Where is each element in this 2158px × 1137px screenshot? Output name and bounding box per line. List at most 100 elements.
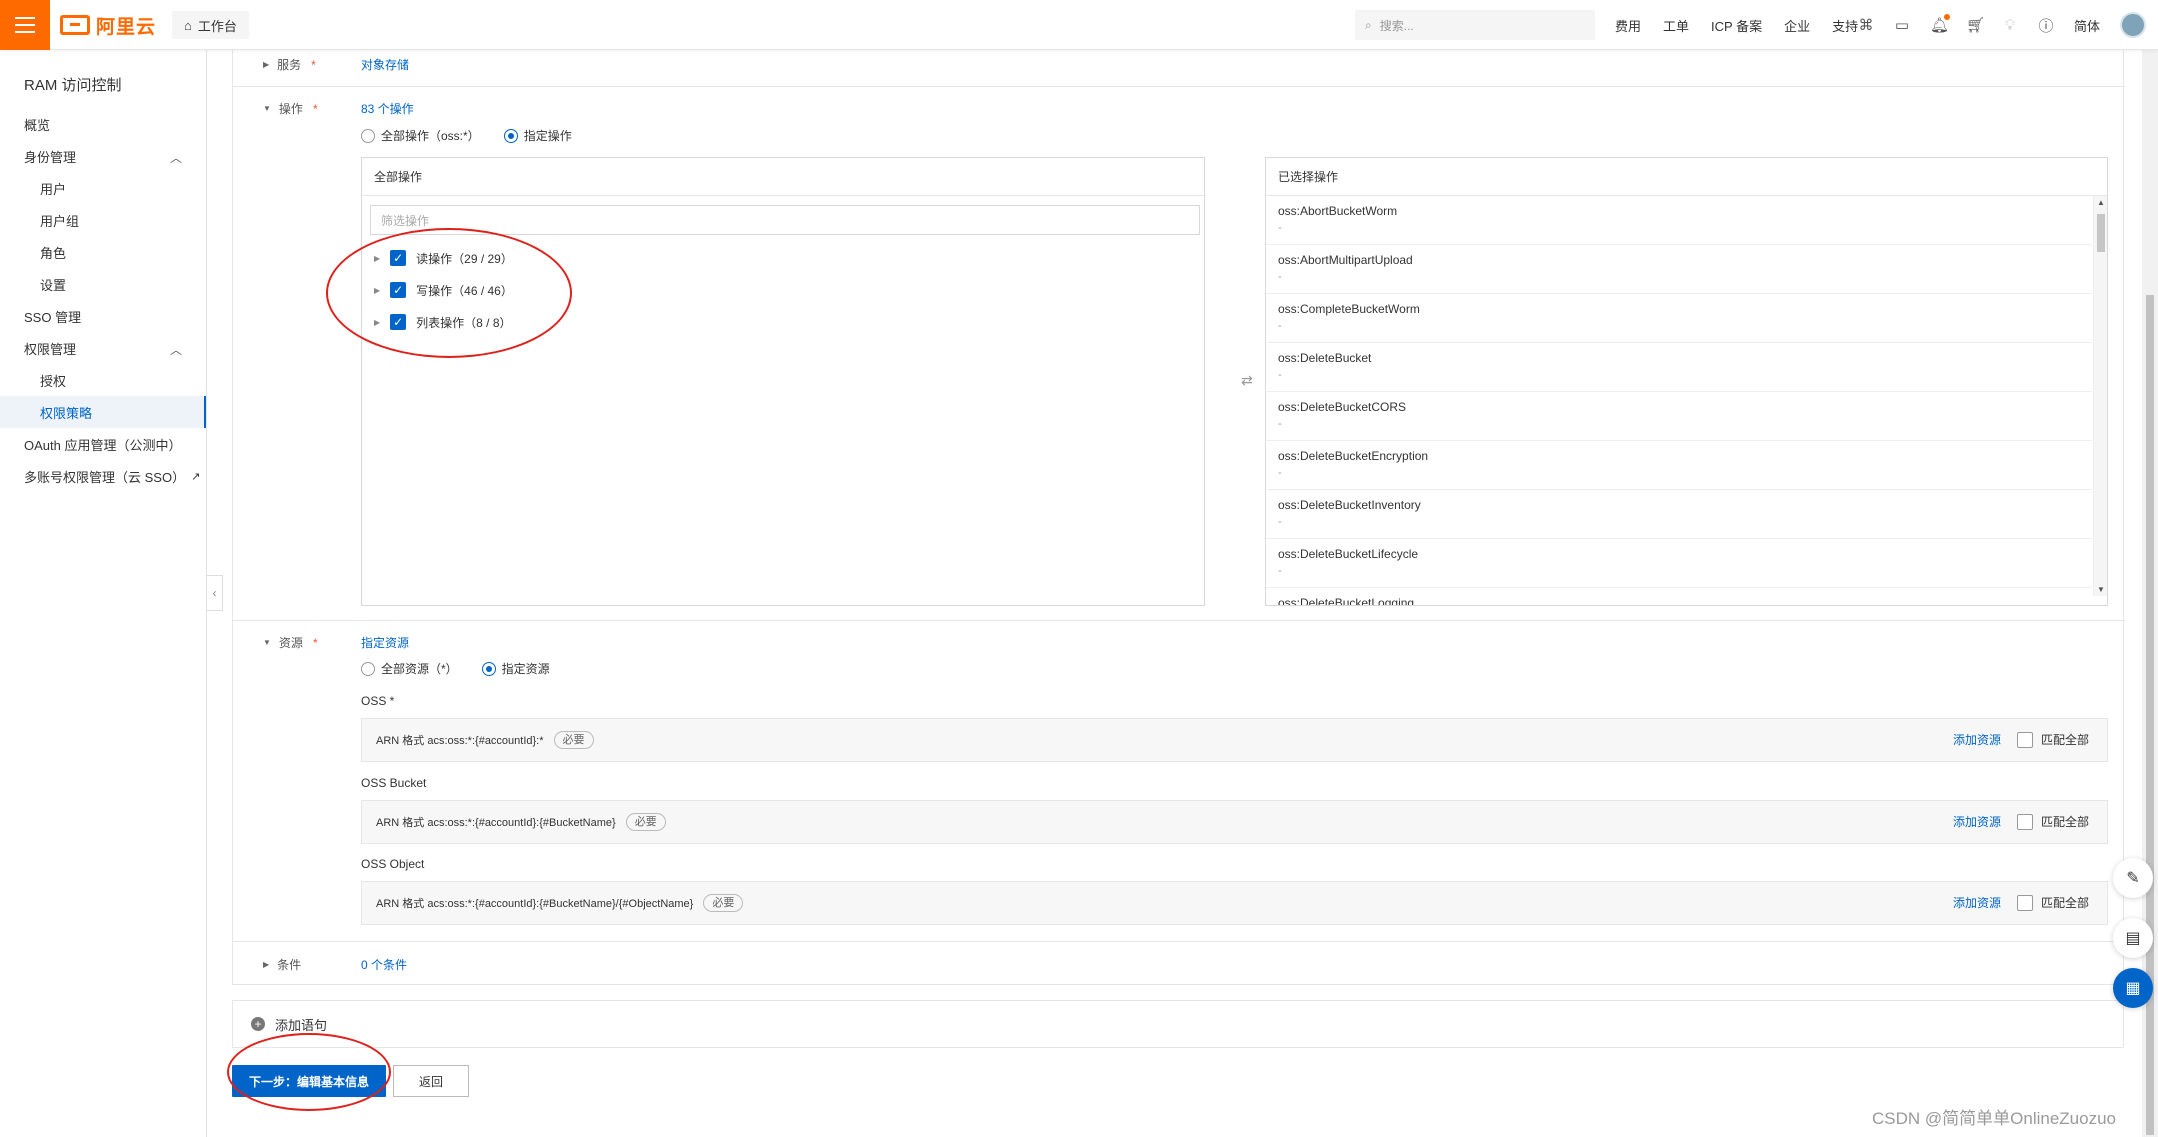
checkbox-list[interactable]: ✓ (390, 314, 407, 330)
help-icon[interactable]: ⓘ (2038, 15, 2054, 36)
radio-all-actions[interactable]: 全部操作（oss:*） (361, 127, 480, 144)
resources-row-label[interactable]: ▼ 资源 * (263, 634, 318, 651)
actions-row-label[interactable]: ▼ 操作 * (263, 100, 318, 117)
radio-specified-actions[interactable]: 指定操作 (503, 127, 572, 144)
sidebar-item-identity[interactable]: 身份管理 ︿ (0, 140, 206, 172)
nav-icp[interactable]: ICP 备案 (1711, 16, 1762, 35)
radio-dot (361, 661, 375, 676)
selected-actions-title: 已选择操作 (1266, 158, 2107, 196)
scrollbar-thumb[interactable] (2146, 295, 2154, 1135)
add-resource-link[interactable]: 添加资源 (1953, 894, 2001, 911)
match-all-checkbox[interactable]: 匹配全部 (2016, 894, 2089, 911)
apps-icon[interactable]: ▦ (2113, 968, 2153, 1008)
search-input[interactable]: ⌕ 搜索... (1355, 10, 1595, 40)
code-icon[interactable]: ⌘ (1858, 16, 1874, 34)
scroll-down-icon[interactable]: ▼ (2097, 585, 2105, 594)
sidebar-item-label: SSO 管理 (24, 309, 82, 325)
cart-icon[interactable]: 🛒︎ (1966, 16, 1985, 34)
menu-icon[interactable] (0, 0, 50, 50)
selected-action-item[interactable]: oss:DeleteBucketCORS - (1266, 392, 2092, 441)
divider (233, 86, 2125, 87)
action-desc: - (1278, 271, 1282, 283)
sidebar-item-roles[interactable]: 角色 (0, 236, 206, 268)
checkbox[interactable] (2016, 813, 2033, 830)
caret-right-icon[interactable]: ▶ (374, 318, 380, 327)
action-desc: - (1278, 222, 1282, 234)
caret-right-icon[interactable]: ▶ (374, 254, 380, 263)
action-name: oss:DeleteBucketEncryption (1278, 449, 1429, 463)
workbench-button[interactable]: ⌂ 工作台 (172, 11, 249, 39)
checkbox[interactable] (2016, 894, 2033, 911)
nav-support[interactable]: 支持 (1832, 16, 1858, 35)
caret-right-icon[interactable]: ▶ (374, 286, 380, 295)
actions-count[interactable]: 83 个操作 (361, 100, 414, 117)
language-switch[interactable]: 简体 (2074, 16, 2100, 35)
resource-group-title: OSS Object (361, 857, 425, 871)
sidebar-item-multi-account[interactable]: 多账号权限管理（云 SSO） ↗ (0, 460, 206, 492)
sidebar-item-oauth[interactable]: OAuth 应用管理（公测中） (0, 428, 206, 460)
tree-node-read[interactable]: ▶ ✓ 读操作（29 / 29） (374, 246, 513, 270)
edit-icon[interactable]: ✎ (2113, 858, 2153, 898)
add-resource-link[interactable]: 添加资源 (1953, 813, 2001, 830)
selected-action-item[interactable]: oss:CompleteBucketWorm - (1266, 294, 2092, 343)
all-actions-title: 全部操作 (362, 158, 1204, 196)
all-actions-box: 全部操作 筛选操作 ▶ ✓ 读操作（29 / 29） ▶ ✓ 写操作（46 / … (361, 157, 1205, 606)
terminal-icon[interactable]: ▭ (1894, 16, 1910, 34)
feedback-icon[interactable]: ▤ (2113, 918, 2153, 958)
tree-node-write[interactable]: ▶ ✓ 写操作（46 / 46） (374, 278, 513, 302)
conditions-value[interactable]: 0 个条件 (361, 956, 407, 973)
tree-node-list[interactable]: ▶ ✓ 列表操作（8 / 8） (374, 310, 512, 334)
sidebar-item-overview[interactable]: 概览 (0, 108, 206, 140)
chevron-up-icon: ︿ (169, 343, 182, 357)
sidebar-item-grants[interactable]: 授权 (0, 364, 206, 396)
add-resource-link[interactable]: 添加资源 (1953, 731, 2001, 748)
service-value[interactable]: 对象存储 (361, 56, 409, 73)
resource-arn-field[interactable]: ARN 格式 acs:oss:*:{#accountId}:* 必要 添加资源 … (361, 718, 2108, 762)
bulb-icon[interactable]: 💡︎ (2002, 17, 2018, 34)
actions-label: 操作 (278, 102, 303, 116)
radio-specified-resources[interactable]: 指定资源 (481, 660, 550, 677)
checkbox-read[interactable]: ✓ (390, 250, 407, 266)
sidebar-item-settings[interactable]: 设置 (0, 268, 206, 300)
transfer-swap-icon[interactable]: ⇄ (1241, 372, 1253, 389)
avatar[interactable] (2120, 12, 2147, 38)
selected-action-item[interactable]: oss:AbortMultipartUpload - (1266, 245, 2092, 294)
aliyun-logo[interactable]: 阿里云 (60, 13, 156, 38)
match-all-checkbox[interactable]: 匹配全部 (2016, 813, 2089, 830)
checkbox[interactable] (2016, 731, 2033, 748)
sidebar-collapse-button[interactable]: ‹ (207, 575, 223, 611)
resource-arn-field[interactable]: ARN 格式 acs:oss:*:{#accountId}:{#BucketNa… (361, 800, 2108, 844)
filter-actions-input[interactable]: 筛选操作 (370, 205, 1200, 235)
chevron-left-icon: ‹ (212, 586, 217, 600)
nav-tickets[interactable]: 工单 (1663, 16, 1689, 35)
add-statement-button[interactable]: + 添加语句 (232, 1000, 2124, 1048)
action-desc: - (1278, 516, 1282, 528)
selected-action-item[interactable]: oss:DeleteBucketEncryption - (1266, 441, 2092, 490)
conditions-row-label[interactable]: ▶ 条件 (263, 956, 301, 973)
selected-action-item[interactable]: oss:DeleteBucketLogging (1266, 588, 2092, 605)
radio-all-resources[interactable]: 全部资源（*） (361, 660, 458, 677)
match-all-checkbox[interactable]: 匹配全部 (2016, 731, 2089, 748)
bell-icon[interactable]: 🔔︎ (1930, 14, 1950, 34)
sidebar-item-users[interactable]: 用户 (0, 172, 206, 204)
service-row-label[interactable]: ▶ 服务 * (263, 56, 316, 73)
back-button[interactable]: 返回 (393, 1065, 469, 1097)
sidebar-item-groups[interactable]: 用户组 (0, 204, 206, 236)
selected-action-item[interactable]: oss:DeleteBucketLifecycle - (1266, 539, 2092, 588)
next-step-button[interactable]: 下一步：编辑基本信息 (232, 1065, 386, 1097)
selected-list-scrollbar[interactable]: ▲ ▼ (2093, 196, 2107, 596)
scroll-up-icon[interactable]: ▲ (2097, 198, 2105, 207)
selected-action-item[interactable]: oss:DeleteBucketInventory - (1266, 490, 2092, 539)
nav-enterprise[interactable]: 企业 (1784, 16, 1810, 35)
nav-billing[interactable]: 费用 (1615, 16, 1641, 35)
sidebar-item-permissions[interactable]: 权限管理 ︿ (0, 332, 206, 364)
scrollbar-thumb[interactable] (2097, 214, 2105, 252)
resources-value[interactable]: 指定资源 (361, 634, 409, 651)
checkbox-write[interactable]: ✓ (390, 282, 407, 298)
sidebar-item-policies[interactable]: 权限策略 (0, 396, 206, 428)
resource-arn-field[interactable]: ARN 格式 acs:oss:*:{#accountId}:{#BucketNa… (361, 881, 2108, 925)
selected-action-item[interactable]: oss:AbortBucketWorm - (1266, 196, 2092, 245)
tree-node-label: 写操作（46 / 46） (416, 283, 513, 298)
selected-action-item[interactable]: oss:DeleteBucket - (1266, 343, 2092, 392)
sidebar-item-sso[interactable]: SSO 管理 (0, 300, 206, 332)
